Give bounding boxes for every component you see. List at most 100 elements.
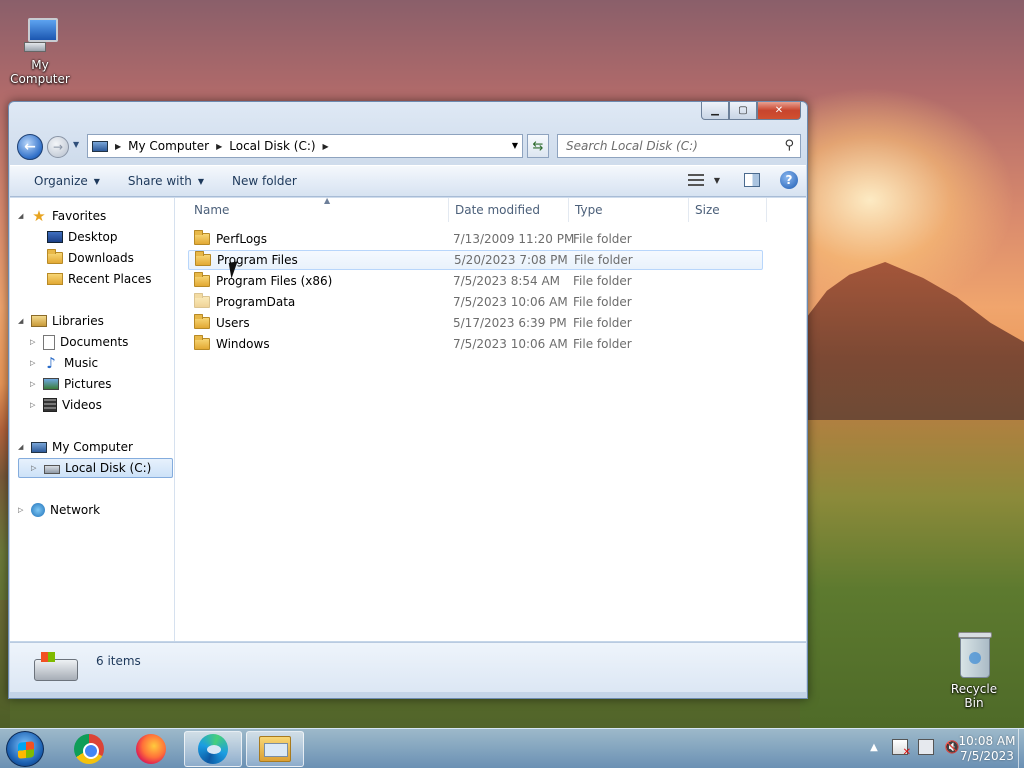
drive-icon: [44, 465, 60, 474]
file-type: File folder: [573, 232, 632, 246]
start-button[interactable]: [6, 731, 44, 767]
chevron-down-icon: ▼: [93, 176, 100, 186]
tree-downloads[interactable]: Downloads: [47, 248, 134, 268]
column-label: Date modified: [455, 203, 541, 217]
back-button[interactable]: ←: [17, 134, 43, 160]
taskbar-explorer[interactable]: [246, 731, 304, 767]
help-icon[interactable]: ?: [780, 171, 798, 189]
preview-pane-icon[interactable]: [744, 173, 760, 187]
new-folder-button[interactable]: New folder: [218, 166, 311, 196]
recent-pages-dropdown[interactable]: ▼: [73, 140, 79, 149]
taskbar-edge[interactable]: [184, 731, 242, 767]
address-dropdown-icon[interactable]: ▼: [512, 141, 518, 150]
tree-recent-places[interactable]: Recent Places: [47, 269, 151, 289]
organize-label: Organize: [34, 174, 88, 188]
item-count: 6 items: [96, 654, 141, 668]
recycle-bin-icon: [954, 630, 994, 680]
file-name: Users: [216, 316, 250, 330]
caption-buttons: ▁ ▢ ✕: [701, 102, 801, 120]
column-header-type[interactable]: Type: [569, 198, 689, 222]
file-row-program-files-x86[interactable]: Program Files (x86) 7/5/2023 8:54 AM Fil…: [188, 271, 763, 291]
action-center-icon[interactable]: [892, 739, 911, 758]
chevron-right-icon[interactable]: ▶: [213, 142, 225, 151]
edge-icon: [198, 734, 228, 764]
organize-button[interactable]: Organize ▼: [10, 166, 114, 196]
address-root-icon[interactable]: [88, 135, 112, 157]
search-box[interactable]: ⚲: [557, 134, 801, 158]
tray-expand-icon[interactable]: ▲: [866, 739, 882, 755]
forward-button[interactable]: →: [47, 136, 69, 158]
explorer-window[interactable]: ▁ ▢ ✕ ← → ▼ ▶ My Computer ▶ Local Disk (…: [8, 101, 808, 699]
collapse-triangle-icon[interactable]: ▷: [18, 506, 26, 514]
chevron-right-icon[interactable]: ▶: [320, 142, 332, 151]
tree-label: Libraries: [52, 314, 104, 328]
search-input[interactable]: [566, 139, 766, 153]
column-header-date-modified[interactable]: Date modified: [449, 198, 569, 222]
tree-music[interactable]: ▷ ♪ Music: [30, 353, 98, 373]
file-row-users[interactable]: Users 5/17/2023 6:39 PM File folder: [188, 313, 763, 333]
tree-documents[interactable]: ▷ Documents: [30, 332, 128, 352]
address-bar[interactable]: ▶ My Computer ▶ Local Disk (C:) ▶ ▼: [87, 134, 523, 158]
share-with-label: Share with: [127, 174, 192, 188]
desktop-icon-recycle-bin[interactable]: Recycle Bin: [940, 630, 1008, 710]
recent-places-icon: [47, 273, 63, 285]
file-type: File folder: [573, 274, 632, 288]
views-icon[interactable]: [687, 174, 704, 186]
view-controls: ▼ ?: [687, 171, 798, 189]
tree-local-disk[interactable]: ▷ Local Disk (C:): [18, 458, 173, 478]
collapse-triangle-icon[interactable]: ▷: [30, 359, 38, 367]
breadcrumb-local-disk[interactable]: Local Disk (C:): [225, 135, 319, 157]
file-row-program-files[interactable]: Program Files 5/20/2023 7:08 PM File fol…: [188, 250, 763, 270]
search-icon[interactable]: ⚲: [784, 138, 794, 153]
expand-triangle-icon[interactable]: ◢: [18, 443, 26, 451]
column-header-name[interactable]: Name ▲: [188, 196, 449, 222]
navigation-pane[interactable]: ◢ ★ Favorites Desktop Downloads Recent P…: [10, 198, 175, 641]
tree-pictures[interactable]: ▷ Pictures: [30, 374, 112, 394]
arrow-left-icon: ←: [24, 139, 36, 155]
views-dropdown-icon[interactable]: ▼: [714, 176, 720, 185]
tree-network[interactable]: ▷ Network: [18, 500, 100, 520]
desktop-icon-my-computer[interactable]: My Computer: [0, 16, 80, 86]
tree-videos[interactable]: ▷ Videos: [30, 395, 102, 415]
expand-triangle-icon[interactable]: ◢: [18, 317, 26, 325]
minimize-button[interactable]: ▁: [701, 102, 729, 120]
breadcrumb-my-computer[interactable]: My Computer: [124, 135, 213, 157]
file-row-programdata[interactable]: ProgramData 7/5/2023 10:06 AM File folde…: [188, 292, 763, 312]
expand-triangle-icon[interactable]: ◢: [18, 212, 26, 220]
collapse-triangle-icon[interactable]: ▷: [30, 380, 38, 388]
show-desktop-button[interactable]: [1018, 729, 1024, 768]
tree-label: Desktop: [68, 230, 118, 244]
computer-icon: [20, 16, 60, 56]
refresh-button[interactable]: ⇆: [527, 134, 549, 158]
maximize-button[interactable]: ▢: [729, 102, 757, 120]
close-button[interactable]: ✕: [757, 102, 801, 120]
folder-icon: [194, 335, 210, 350]
system-tray: ▲ 🔇: [866, 739, 960, 758]
file-list[interactable]: Name ▲ Date modified Type Size PerfLogs …: [176, 196, 806, 641]
collapse-triangle-icon[interactable]: ▷: [30, 338, 38, 346]
chrome-icon: [74, 734, 104, 764]
clock-date: 7/5/2023: [960, 749, 1014, 763]
file-row-perflogs[interactable]: PerfLogs 7/13/2009 11:20 PM File folder: [188, 229, 763, 249]
collapse-triangle-icon[interactable]: ▷: [30, 401, 38, 409]
taskbar-firefox[interactable]: [122, 731, 180, 767]
taskbar-chrome[interactable]: [60, 731, 118, 767]
share-with-button[interactable]: Share with ▼: [114, 166, 218, 196]
file-name: Windows: [216, 337, 270, 351]
network-tray-icon[interactable]: [918, 739, 934, 755]
collapse-triangle-icon[interactable]: ▷: [31, 464, 39, 472]
column-header-size[interactable]: Size: [689, 198, 767, 222]
file-date: 5/17/2023 6:39 PM: [453, 316, 567, 330]
tree-desktop[interactable]: Desktop: [47, 227, 118, 247]
clock[interactable]: 10:08 AM 7/5/2023: [958, 734, 1016, 764]
file-row-windows[interactable]: Windows 7/5/2023 10:06 AM File folder: [188, 334, 763, 354]
chevron-right-icon[interactable]: ▶: [112, 142, 124, 151]
tree-libraries[interactable]: ◢ Libraries: [18, 311, 104, 331]
tree-favorites[interactable]: ◢ ★ Favorites: [18, 206, 106, 226]
tree-label: Favorites: [52, 209, 107, 223]
music-icon: ♪: [46, 354, 56, 372]
computer-icon: [31, 441, 47, 453]
details-pane: 6 items: [10, 642, 806, 692]
tree-my-computer[interactable]: ◢ My Computer: [18, 437, 133, 457]
command-bar: Organize ▼ Share with ▼ New folder ▼ ?: [10, 165, 806, 197]
